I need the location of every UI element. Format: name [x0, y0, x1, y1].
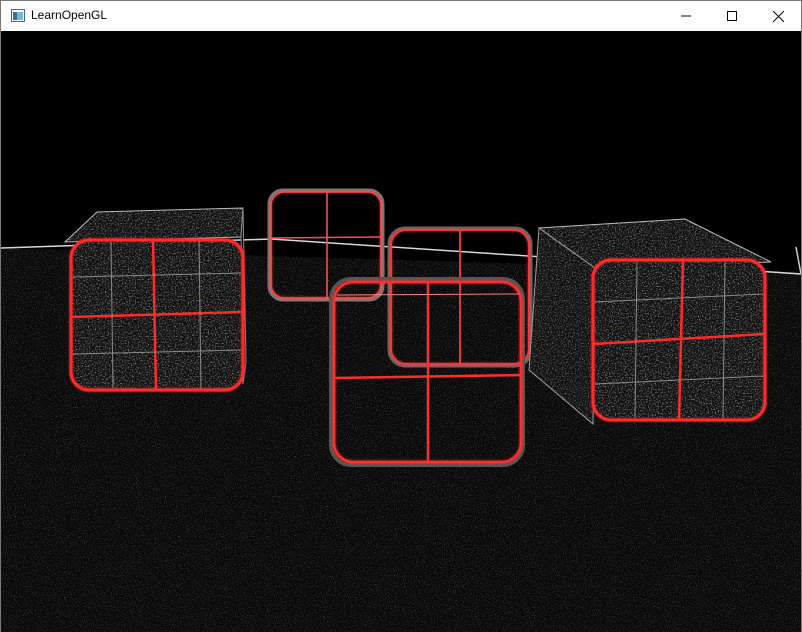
maximize-button[interactable] [709, 1, 755, 31]
opengl-app-icon [11, 9, 25, 22]
right-cube [528, 218, 772, 426]
minimize-icon [681, 15, 691, 17]
opengl-viewport[interactable] [1, 32, 801, 632]
close-icon [772, 10, 784, 22]
app-window: LearnOpenGL [0, 0, 802, 632]
scene-render [1, 188, 801, 632]
maximize-icon [727, 11, 737, 21]
left-cube [63, 207, 247, 392]
title-bar[interactable]: LearnOpenGL [1, 1, 801, 31]
close-button[interactable] [755, 1, 801, 31]
window-title: LearnOpenGL [31, 8, 108, 22]
minimize-button[interactable] [663, 1, 709, 31]
